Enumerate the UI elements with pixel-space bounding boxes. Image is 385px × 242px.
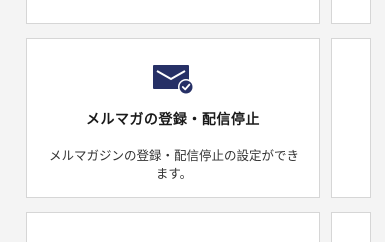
menu-card-partial-right[interactable] [331,38,371,198]
menu-card-partial-bottom[interactable] [26,212,320,242]
envelope-check-icon [153,65,197,97]
menu-card-partial-bottom-right[interactable] [331,212,371,242]
menu-card-partial-top-right[interactable] [331,0,371,24]
menu-grid: メルマガの登録・配信停止 メルマガジンの登録・配信停止の設定ができます。 [0,0,385,242]
card-description: メルマガジンの登録・配信停止の設定ができます。 [48,148,299,181]
card-title: メルマガの登録・配信停止 [86,112,260,128]
menu-card-partial-top[interactable] [26,0,320,24]
newsletter-settings-card[interactable]: メルマガの登録・配信停止 メルマガジンの登録・配信停止の設定ができます。 [26,38,320,198]
